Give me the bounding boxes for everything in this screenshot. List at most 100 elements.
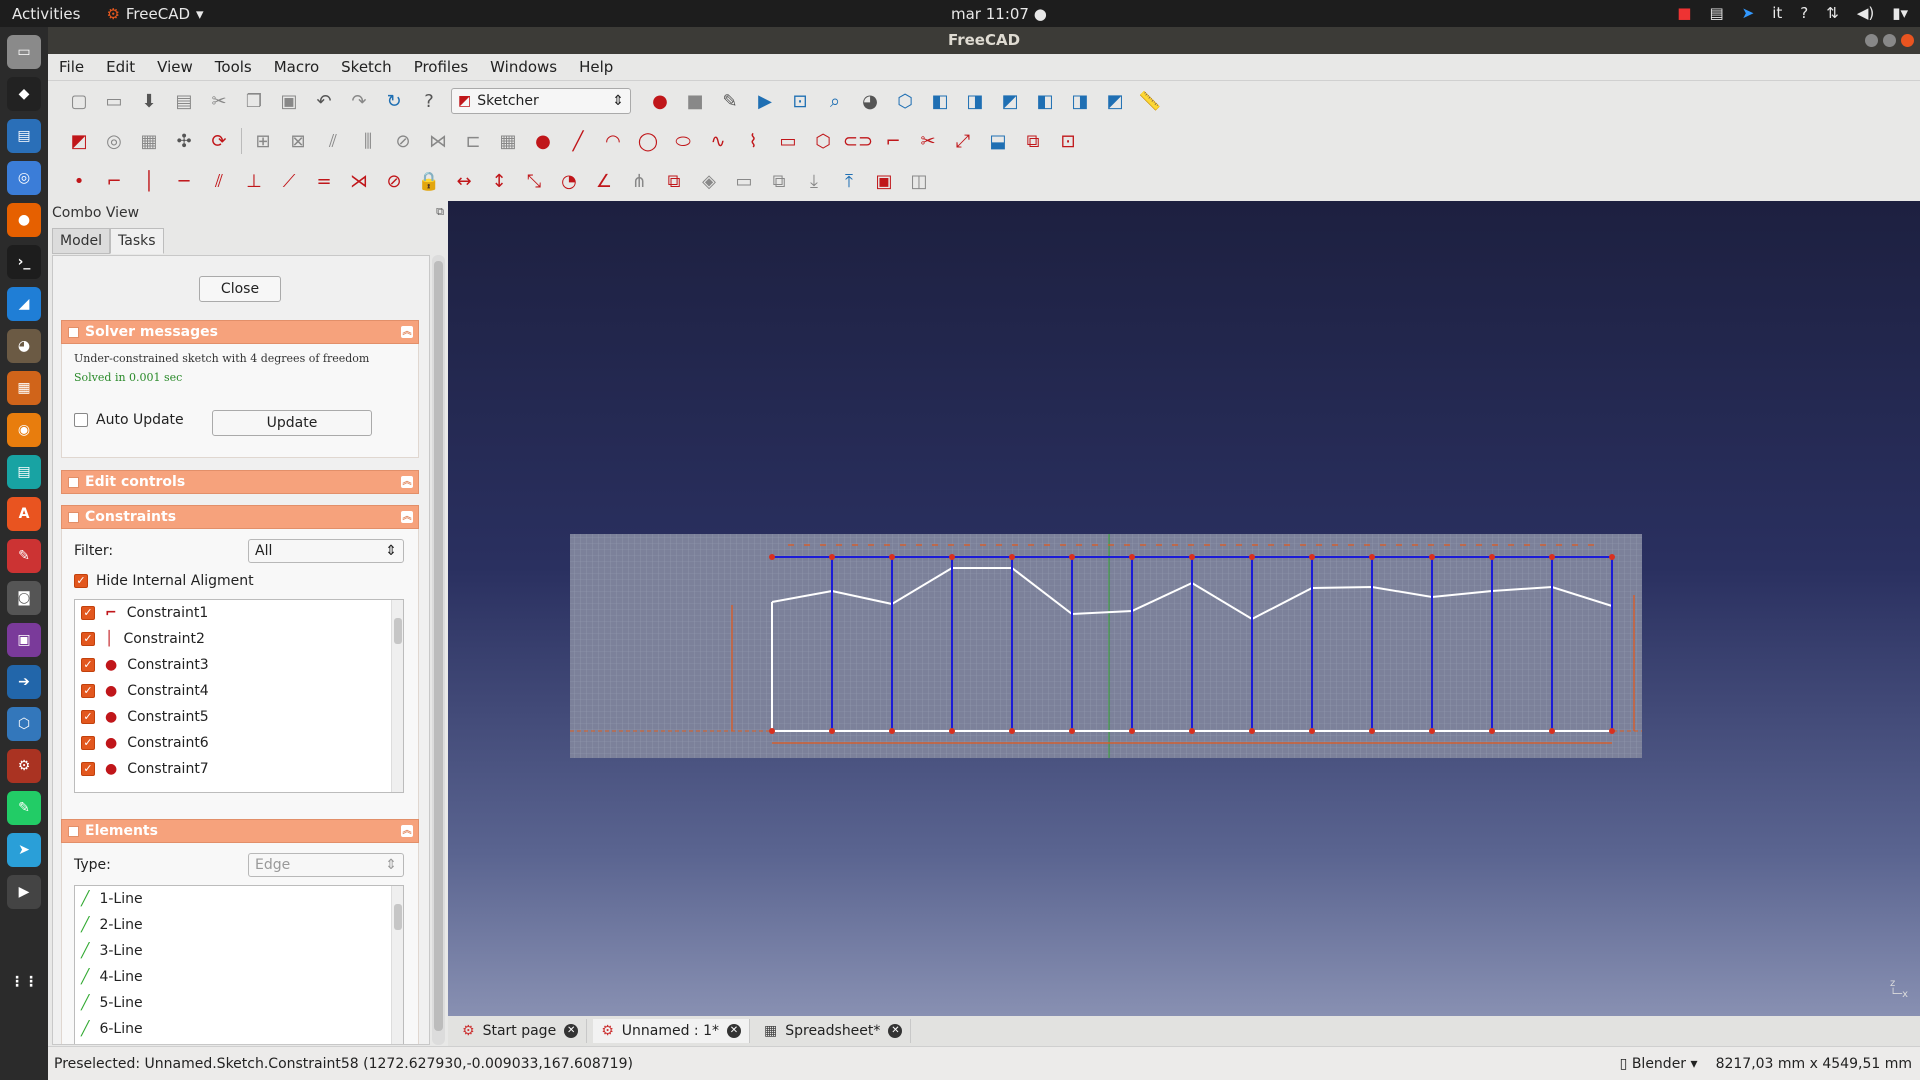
chromium-icon[interactable]: ◎ xyxy=(7,161,41,195)
merge-sketches-icon[interactable]: ▣ xyxy=(871,168,897,194)
undo-icon[interactable]: ↶ xyxy=(311,88,337,114)
toggle-driving-icon[interactable]: ⧉ xyxy=(661,168,687,194)
elements-header[interactable]: Elements ︽ xyxy=(61,819,419,843)
volume-icon[interactable]: ◀) xyxy=(1857,4,1874,22)
view-front-icon[interactable]: ◧ xyxy=(927,88,953,114)
view-right-icon[interactable]: ◩ xyxy=(997,88,1023,114)
telegram-icon[interactable]: ➤ xyxy=(1742,4,1755,22)
writer-icon[interactable]: ▤ xyxy=(7,119,41,153)
constrain-vertical-distance-icon[interactable]: ↕ xyxy=(486,168,512,194)
arc-icon[interactable]: ◠ xyxy=(600,128,626,154)
constrain-tangent-icon[interactable]: ⟋ xyxy=(276,168,302,194)
paste-icon[interactable]: ▣ xyxy=(276,88,302,114)
sketch-folder-icon[interactable]: ▭ xyxy=(731,168,757,194)
view-isometric-icon[interactable]: ⬡ xyxy=(892,88,918,114)
close-window-button[interactable] xyxy=(1901,34,1914,47)
menu-windows[interactable]: Windows xyxy=(479,58,568,76)
collapse-icon[interactable]: ︽ xyxy=(401,511,413,523)
solver-messages-header[interactable]: Solver messages ︽ xyxy=(61,320,419,344)
constrain-radius-icon[interactable]: ◔ xyxy=(556,168,582,194)
update-button[interactable]: Update xyxy=(212,410,372,436)
menu-profiles[interactable]: Profiles xyxy=(403,58,479,76)
editor-icon[interactable]: ✎ xyxy=(7,791,41,825)
3d-view[interactable]: z └─x xyxy=(448,201,1920,1016)
menu-macro[interactable]: Macro xyxy=(263,58,330,76)
constrain-symmetric-icon[interactable]: ⋊ xyxy=(346,168,372,194)
edit-controls-header[interactable]: Edit controls ︽ xyxy=(61,470,419,494)
refresh-icon[interactable]: ↻ xyxy=(381,88,407,114)
toggle-construction-icon[interactable]: ⊡ xyxy=(1055,128,1081,154)
view-left-icon[interactable]: ◩ xyxy=(1102,88,1128,114)
screenshot-icon[interactable]: ▣ xyxy=(7,623,41,657)
tasks-scrollbar[interactable] xyxy=(432,255,445,1045)
external-geometry-icon[interactable]: ⬓ xyxy=(985,128,1011,154)
elements-scrollbar[interactable] xyxy=(391,886,403,1044)
menu-file[interactable]: File xyxy=(48,58,95,76)
hide-internal-checkbox[interactable]: ✓ xyxy=(74,574,88,588)
view-rear-icon[interactable]: ◧ xyxy=(1032,88,1058,114)
construction-mode-icon[interactable]: ⟳ xyxy=(206,128,232,154)
select-redundant-icon[interactable]: ⊘ xyxy=(390,128,416,154)
constraints-scrollbar[interactable] xyxy=(391,600,403,792)
tab-tasks[interactable]: Tasks xyxy=(110,228,164,254)
cube-icon[interactable]: ⬡ xyxy=(7,707,41,741)
menu-view[interactable]: View xyxy=(146,58,204,76)
help-icon[interactable]: ? xyxy=(1800,4,1808,22)
apps-grid-icon[interactable]: ⋮⋮ xyxy=(7,965,41,999)
arrow-icon[interactable]: ➔ xyxy=(7,665,41,699)
close-icon[interactable]: ✕ xyxy=(564,1024,579,1038)
view-section-icon[interactable]: ▦ xyxy=(136,128,162,154)
select-conflicting-icon[interactable]: ⋈ xyxy=(425,128,451,154)
record-macro-icon[interactable]: ● xyxy=(647,88,673,114)
slot-icon[interactable]: ⊂⊃ xyxy=(843,128,873,154)
polyline-icon[interactable]: ⌇ xyxy=(740,128,766,154)
minimize-button[interactable] xyxy=(1865,34,1878,47)
constrain-coincident-icon[interactable]: • xyxy=(66,168,92,194)
constraints-header[interactable]: Constraints ︽ xyxy=(61,505,419,529)
maximize-button[interactable] xyxy=(1883,34,1896,47)
collapse-icon[interactable]: ︽ xyxy=(401,825,413,837)
geometry-icon[interactable]: ✣ xyxy=(171,128,197,154)
constrain-angle-icon[interactable]: ∠ xyxy=(591,168,617,194)
constrain-distance-icon[interactable]: ⤡ xyxy=(521,168,547,194)
constrain-horizontal-icon[interactable]: ─ xyxy=(171,168,197,194)
files-icon[interactable]: ▤ xyxy=(1709,4,1723,22)
constrain-equal-icon[interactable]: = xyxy=(311,168,337,194)
menu-edit[interactable]: Edit xyxy=(95,58,146,76)
activities-button[interactable]: Activities xyxy=(12,5,80,23)
list-item[interactable]: ✓ ● Constraint7 xyxy=(75,756,403,782)
navigation-style-selector[interactable]: ▯ Blender ▾ xyxy=(1620,1056,1698,1072)
circle-icon[interactable]: ◯ xyxy=(635,128,661,154)
constraint-checkbox[interactable]: ✓ xyxy=(81,684,95,698)
close-button[interactable]: Close xyxy=(199,276,281,302)
carbon-copy-icon[interactable]: ⧉ xyxy=(1020,128,1046,154)
constraint-checkbox[interactable]: ✓ xyxy=(81,762,95,776)
list-item[interactable]: ╱ 6-Line xyxy=(75,1016,403,1042)
collapse-icon[interactable]: ︽ xyxy=(401,326,413,338)
blender-icon[interactable]: ◉ xyxy=(7,413,41,447)
new-icon[interactable]: ▢ xyxy=(66,88,92,114)
stop-macro-icon[interactable]: ■ xyxy=(682,88,708,114)
fit-selection-icon[interactable]: ⌕ xyxy=(822,88,848,114)
constraint-checkbox[interactable]: ✓ xyxy=(81,736,95,750)
freecad-icon[interactable]: ⚙ xyxy=(7,749,41,783)
app-menu[interactable]: ⚙ FreeCAD ▾ xyxy=(106,5,203,23)
sketch-canvas[interactable] xyxy=(448,201,1920,1016)
list-item[interactable]: ╱ 5-Line xyxy=(75,990,403,1016)
view-sketch-icon[interactable]: ◎ xyxy=(101,128,127,154)
list-item[interactable]: ✓ ● Constraint6 xyxy=(75,730,403,756)
close-icon[interactable]: ✕ xyxy=(888,1024,903,1038)
camera-icon[interactable]: ◙ xyxy=(7,581,41,615)
mirror-sketch-icon[interactable]: ◫ xyxy=(906,168,932,194)
polygon-icon[interactable]: ⬡ xyxy=(810,128,836,154)
inkscape-icon[interactable]: ◆ xyxy=(7,77,41,111)
map-sketch-icon[interactable]: ⧉ xyxy=(766,168,792,194)
list-item[interactable]: ╱ 4-Line xyxy=(75,964,403,990)
point-icon[interactable]: ● xyxy=(530,128,556,154)
list-item[interactable]: ╱ 1-Line xyxy=(75,886,403,912)
constraint-checkbox[interactable]: ✓ xyxy=(81,658,95,672)
constrain-block-icon[interactable]: ⊘ xyxy=(381,168,407,194)
copy-icon[interactable]: ❐ xyxy=(241,88,267,114)
record-icon[interactable]: ■ xyxy=(1677,4,1691,22)
view-bottom-icon[interactable]: ◨ xyxy=(1067,88,1093,114)
